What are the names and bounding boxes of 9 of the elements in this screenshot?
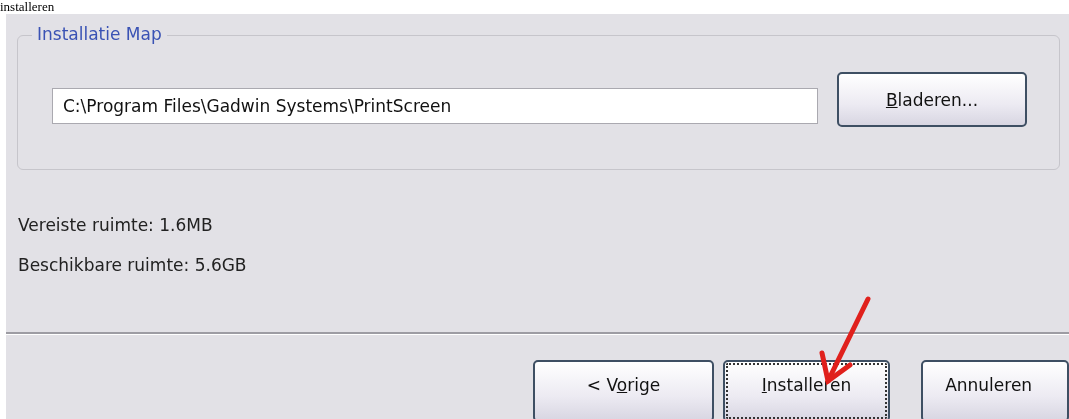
dialog-button[interactable]: Installeren — [722, 360, 891, 419]
space-info-text: Vereiste ruimte: 1.6MB — [18, 214, 214, 237]
path-field[interactable]: C:\Program Files\Gadwin Systems\PrintScreen — [52, 87, 818, 124]
dialog-button[interactable]: Annuleren — [921, 360, 1069, 419]
browse-button[interactable]: Bladeren... — [837, 72, 1027, 127]
space-info-text: Beschikbare ruimte: 5.6GB — [18, 254, 248, 277]
page-heading: installeren — [0, 0, 55, 14]
group-legend: Installatie Map — [32, 23, 167, 45]
dialog-button[interactable]: < Vorige — [533, 360, 714, 419]
